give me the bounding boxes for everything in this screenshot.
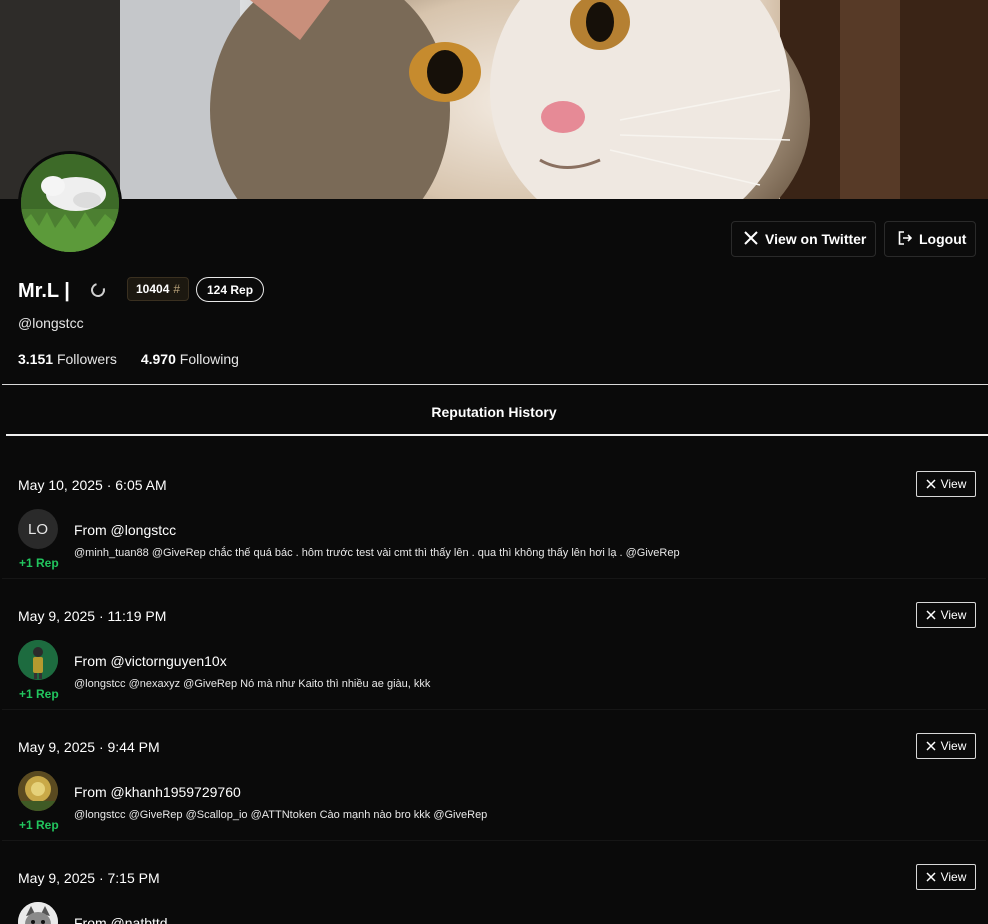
avatar — [18, 902, 58, 924]
view-tweet-button[interactable]: View — [916, 471, 976, 497]
entry-message: @longstcc @GiveRep @Scallop_io @ATTNtoke… — [74, 809, 488, 821]
rep-badge: 124 Rep — [196, 277, 265, 302]
followers-stat[interactable]: 3.151 Followers — [18, 351, 117, 367]
list-item: May 10, 2025 · 6:05 AM View LO From @lon… — [0, 444, 988, 575]
view-tweet-button[interactable]: View — [916, 602, 976, 628]
rank-badge: 10404 # — [127, 277, 190, 301]
view-tweet-button[interactable]: View — [916, 733, 976, 759]
entry-rep: +1 Rep — [19, 687, 59, 701]
view-on-twitter-button[interactable]: View on Twitter — [731, 221, 876, 257]
entry-date: May 9, 2025 · 7:15 PM — [18, 870, 160, 886]
entry-rep: +1 Rep — [19, 556, 59, 570]
entry-date: May 10, 2025 · 6:05 AM — [18, 477, 167, 493]
logout-label: Logout — [919, 231, 967, 247]
entry-from[interactable]: From @victornguyen10x — [74, 653, 227, 669]
view-tweet-button[interactable]: View — [916, 864, 976, 890]
logout-button[interactable]: Logout — [884, 221, 976, 257]
rank-symbol: # — [173, 282, 181, 296]
profile-avatar — [18, 151, 122, 255]
x-logo-icon — [744, 230, 758, 248]
entry-message: @longstcc @nexaxyz @GiveRep Nó mà như Ka… — [74, 678, 431, 690]
follow-stats: 3.151 Followers 4.970 Following — [18, 351, 239, 367]
rank-value: 10404 — [136, 282, 170, 296]
profile-name: Mr.L | — [18, 280, 70, 302]
profile-handle: @longstcc — [18, 315, 84, 331]
x-logo-icon — [926, 872, 936, 882]
view-on-twitter-label: View on Twitter — [765, 231, 867, 247]
tab-underline — [6, 434, 988, 436]
list-item: May 9, 2025 · 7:15 PM View From @natbttd — [0, 837, 988, 924]
entry-from[interactable]: From @khanh1959729760 — [74, 784, 241, 800]
x-logo-icon — [926, 479, 936, 489]
profile-banner — [0, 0, 988, 199]
cat-banner-image — [0, 0, 988, 199]
tab-reputation-history[interactable]: Reputation History — [0, 404, 988, 420]
avatar — [18, 771, 58, 811]
entry-date: May 9, 2025 · 11:19 PM — [18, 608, 167, 624]
loading-spinner-icon — [88, 280, 108, 300]
avatar — [18, 640, 58, 680]
logout-icon — [898, 230, 913, 248]
avatar: LO — [18, 509, 58, 549]
entry-from[interactable]: From @longstcc — [74, 522, 176, 538]
entry-rep: +1 Rep — [19, 818, 59, 832]
entry-message: @minh_tuan88 @GiveRep chắc thế quá bác .… — [74, 547, 680, 559]
profile-divider — [2, 384, 988, 385]
entry-from[interactable]: From @natbttd — [74, 915, 168, 924]
list-item: May 9, 2025 · 11:19 PM View From @victor… — [0, 575, 988, 706]
x-logo-icon — [926, 741, 936, 751]
x-logo-icon — [926, 610, 936, 620]
entry-date: May 9, 2025 · 9:44 PM — [18, 739, 160, 755]
list-item: May 9, 2025 · 9:44 PM View From @khanh19… — [0, 706, 988, 837]
following-stat[interactable]: 4.970 Following — [141, 351, 239, 367]
